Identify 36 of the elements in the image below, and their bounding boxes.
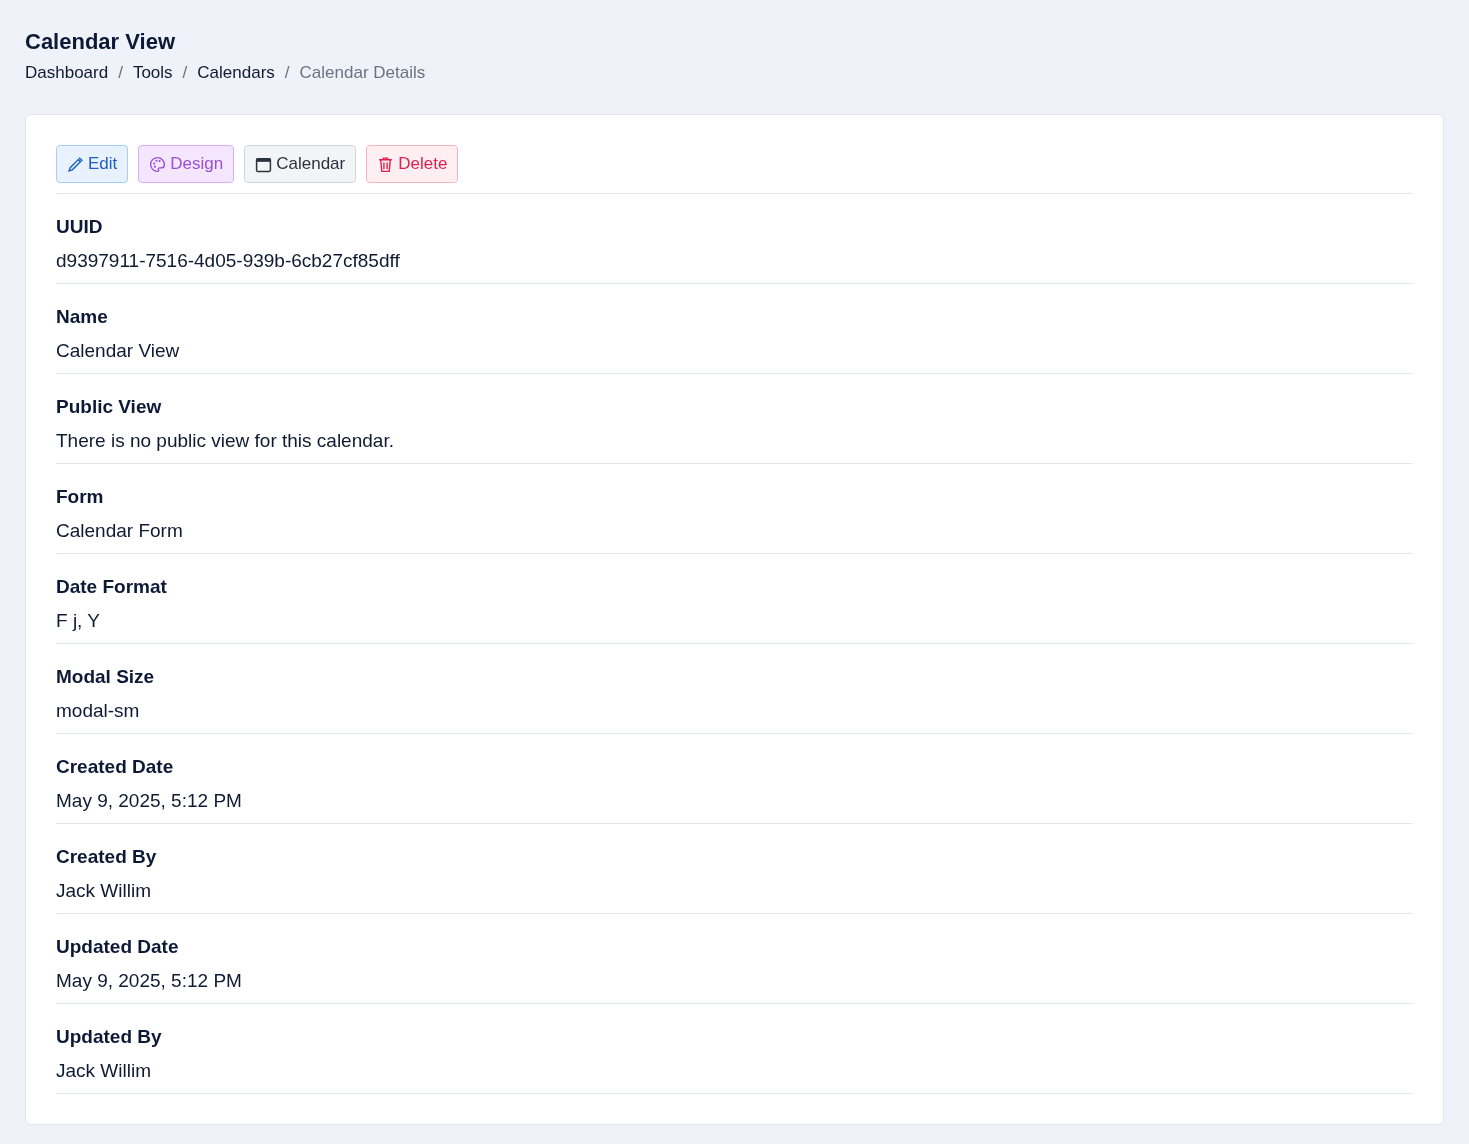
- calendar-icon: [255, 155, 273, 173]
- calendar-button[interactable]: Calendar: [244, 145, 357, 183]
- field-label: Name: [56, 305, 109, 329]
- field-label: UUID: [56, 215, 104, 239]
- field-value: May 9, 2025, 5:12 PM: [56, 969, 243, 993]
- breadcrumb-separator: /: [118, 62, 123, 84]
- field-value: May 9, 2025, 5:12 PM: [56, 789, 243, 813]
- field-label: Date Format: [56, 575, 168, 599]
- pencil-icon: [67, 155, 84, 173]
- field-label: Created Date: [56, 755, 175, 779]
- field-label: Modal Size: [56, 665, 156, 689]
- breadcrumb-separator: /: [182, 62, 188, 84]
- field-label: Updated Date: [56, 935, 180, 959]
- field-label: Updated By: [56, 1025, 163, 1049]
- breadcrumb-link[interactable]: Tools: [132, 62, 173, 84]
- field-value: Jack Willim: [56, 1059, 152, 1083]
- edit-button[interactable]: Edit: [56, 145, 129, 183]
- field-value: d9397911-7516-4d05-939b-6cb27cf85dff: [56, 249, 401, 273]
- palette-icon: [149, 155, 167, 173]
- breadcrumb-link[interactable]: Calendars: [197, 62, 275, 84]
- trash-icon: [377, 155, 395, 173]
- field-value: Jack Willim: [56, 879, 152, 903]
- delete-button[interactable]: Delete: [366, 145, 459, 183]
- field-label: Form: [56, 485, 105, 509]
- breadcrumb-separator: /: [284, 62, 290, 84]
- field-value: modal-sm: [56, 699, 141, 723]
- field-label: Created By: [56, 845, 158, 869]
- page-title: Calendar View: [25, 28, 176, 56]
- field-value: Calendar Form: [56, 519, 184, 543]
- breadcrumb-link[interactable]: Dashboard: [25, 62, 109, 84]
- field-value: F j, Y: [56, 609, 101, 633]
- field-value: There is no public view for this calendar.: [56, 429, 395, 453]
- breadcrumb-current: Calendar Details: [299, 62, 426, 84]
- field-label: Public View: [56, 395, 163, 419]
- field-value: Calendar View: [56, 339, 181, 363]
- design-button[interactable]: Design: [138, 145, 235, 183]
